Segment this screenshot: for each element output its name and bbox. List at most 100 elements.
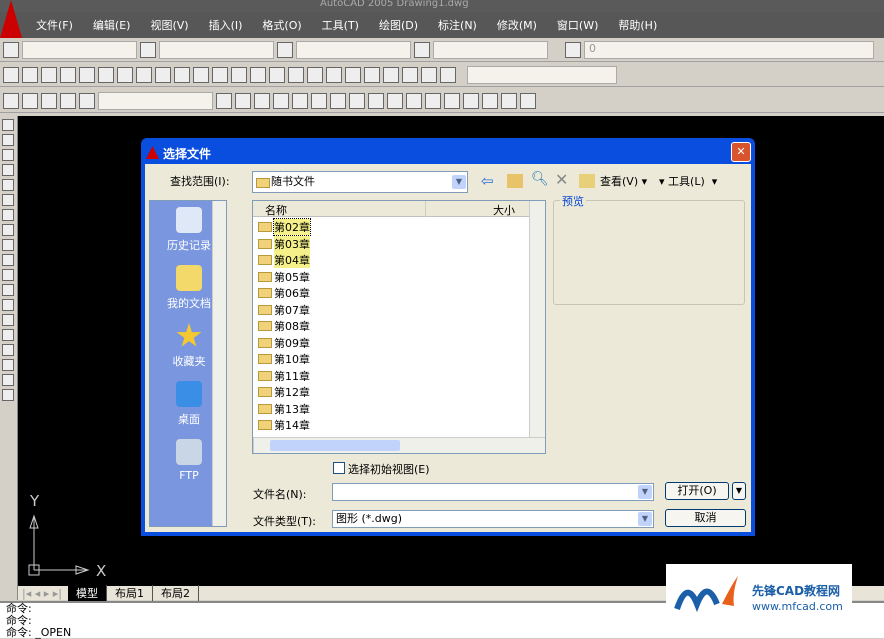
scroll-thumb[interactable] bbox=[270, 440, 400, 451]
linear-dim-icon[interactable] bbox=[216, 92, 232, 109]
file-list-horizontal-scrollbar[interactable] bbox=[253, 437, 545, 453]
new-folder-icon[interactable] bbox=[579, 174, 595, 188]
file-row[interactable]: 第13章 bbox=[253, 401, 529, 418]
zoom-previous-icon[interactable] bbox=[307, 66, 323, 83]
quick-dim-icon[interactable] bbox=[368, 92, 384, 109]
preview-icon[interactable] bbox=[79, 66, 95, 83]
back-icon[interactable]: ⇦ bbox=[481, 172, 494, 190]
leader-icon[interactable] bbox=[425, 92, 441, 109]
file-row[interactable]: 第12章 bbox=[253, 384, 529, 401]
file-list-vertical-scrollbar[interactable] bbox=[529, 201, 545, 437]
arc-length-icon[interactable] bbox=[254, 92, 270, 109]
gradient-icon[interactable] bbox=[2, 344, 14, 356]
print-icon[interactable] bbox=[60, 66, 76, 83]
new-icon[interactable] bbox=[3, 66, 19, 83]
initial-view-checkbox[interactable] bbox=[333, 462, 345, 474]
ucs-object-icon[interactable] bbox=[79, 92, 95, 109]
file-row[interactable]: 第06章 bbox=[253, 285, 529, 302]
jogged-icon[interactable] bbox=[311, 92, 327, 109]
filetype-select[interactable]: 图形 (*.dwg) ▼ bbox=[332, 510, 654, 528]
plot-style-combo[interactable] bbox=[433, 40, 548, 59]
polyline-icon[interactable] bbox=[2, 149, 14, 161]
file-row[interactable]: 第04章 bbox=[253, 252, 529, 269]
search-web-icon[interactable]: 🔍︎ bbox=[531, 171, 549, 187]
properties-icon[interactable] bbox=[326, 66, 342, 83]
tab-layout2[interactable]: 布局2 bbox=[153, 585, 199, 601]
rectangle-icon[interactable] bbox=[2, 179, 14, 191]
pan-icon[interactable] bbox=[250, 66, 266, 83]
file-row[interactable]: 第03章 bbox=[253, 235, 529, 253]
dim-edit-icon[interactable] bbox=[482, 92, 498, 109]
center-mark-icon[interactable] bbox=[463, 92, 479, 109]
delete-icon[interactable]: ✕ bbox=[555, 170, 568, 189]
column-size[interactable]: 大小 bbox=[493, 202, 515, 218]
copy-icon[interactable] bbox=[155, 66, 171, 83]
tab-model[interactable]: 模型 bbox=[68, 585, 107, 601]
table-style-combo[interactable] bbox=[296, 40, 411, 59]
table-style-icon[interactable] bbox=[277, 41, 293, 58]
dim-text-edit-icon[interactable] bbox=[501, 92, 517, 109]
xline-icon[interactable] bbox=[2, 134, 14, 146]
file-row[interactable]: 第10章 bbox=[253, 351, 529, 368]
ucs-combo[interactable] bbox=[98, 91, 213, 110]
ucs-icon[interactable] bbox=[3, 92, 19, 109]
match-properties-icon[interactable] bbox=[193, 66, 209, 83]
menu-window[interactable]: 窗口(W) bbox=[557, 17, 598, 33]
cancel-button[interactable]: 取消 bbox=[665, 509, 746, 527]
named-combo[interactable] bbox=[467, 65, 617, 84]
angular-icon[interactable] bbox=[349, 92, 365, 109]
plot-style-icon[interactable] bbox=[414, 41, 430, 58]
paste-icon[interactable] bbox=[174, 66, 190, 83]
menu-modify[interactable]: 修改(M) bbox=[497, 17, 537, 33]
tool-palettes-icon[interactable] bbox=[364, 66, 380, 83]
file-row[interactable]: 第07章 bbox=[253, 302, 529, 319]
menu-view[interactable]: 视图(V) bbox=[150, 17, 188, 33]
menu-dimension[interactable]: 标注(N) bbox=[438, 17, 477, 33]
point-icon[interactable] bbox=[2, 314, 14, 326]
views-menu[interactable]: 查看(V) ▾ bbox=[600, 173, 647, 189]
dim-style-icon[interactable] bbox=[140, 41, 156, 58]
hatch-icon[interactable] bbox=[2, 329, 14, 341]
region-icon[interactable] bbox=[2, 359, 14, 371]
tab-nav-arrows[interactable]: |◂ ◂ ▸ ▸| bbox=[22, 587, 62, 600]
file-row[interactable]: 第02章 bbox=[253, 218, 529, 237]
save-icon[interactable] bbox=[41, 66, 57, 83]
tolerance-icon[interactable] bbox=[444, 92, 460, 109]
mtext-icon[interactable] bbox=[2, 389, 14, 401]
continue-icon[interactable] bbox=[406, 92, 422, 109]
ordinate-icon[interactable] bbox=[273, 92, 289, 109]
filename-input[interactable]: ▼ bbox=[332, 483, 654, 501]
close-button[interactable]: ✕ bbox=[731, 142, 751, 162]
aligned-dim-icon[interactable] bbox=[235, 92, 251, 109]
text-style-combo[interactable] bbox=[22, 40, 137, 59]
open-options-button[interactable]: ▼ bbox=[732, 482, 746, 500]
arc-icon[interactable] bbox=[2, 194, 14, 206]
tools-menu[interactable]: ▾ 工具(L) ▾ bbox=[659, 173, 717, 189]
undo-icon[interactable] bbox=[212, 66, 228, 83]
markup-icon[interactable] bbox=[402, 66, 418, 83]
file-row[interactable]: 第05章 bbox=[253, 269, 529, 286]
open-icon[interactable] bbox=[22, 66, 38, 83]
ucs-face-icon[interactable] bbox=[60, 92, 76, 109]
ucs-previous-icon[interactable] bbox=[41, 92, 57, 109]
file-row[interactable]: 第11章 bbox=[253, 368, 529, 385]
file-row[interactable]: 第08章 bbox=[253, 318, 529, 335]
layer-combo[interactable]: 0 bbox=[584, 40, 874, 59]
open-button[interactable]: 打开(O) bbox=[665, 482, 729, 500]
menu-edit[interactable]: 编辑(E) bbox=[93, 17, 131, 33]
make-block-icon[interactable] bbox=[2, 299, 14, 311]
cut-icon[interactable] bbox=[136, 66, 152, 83]
chevron-down-icon[interactable]: ▼ bbox=[638, 485, 652, 499]
line-icon[interactable] bbox=[2, 119, 14, 131]
table-icon[interactable] bbox=[2, 374, 14, 386]
redo-icon[interactable] bbox=[231, 66, 247, 83]
baseline-icon[interactable] bbox=[387, 92, 403, 109]
ellipse-arc-icon[interactable] bbox=[2, 269, 14, 281]
layer-manager-icon[interactable] bbox=[565, 41, 581, 58]
places-scrollbar[interactable] bbox=[212, 201, 226, 526]
insert-block-icon[interactable] bbox=[2, 284, 14, 296]
file-row[interactable]: 第09章 bbox=[253, 335, 529, 352]
dim-style-combo[interactable] bbox=[159, 40, 274, 59]
revcloud-icon[interactable] bbox=[2, 224, 14, 236]
help-icon[interactable] bbox=[440, 66, 456, 83]
